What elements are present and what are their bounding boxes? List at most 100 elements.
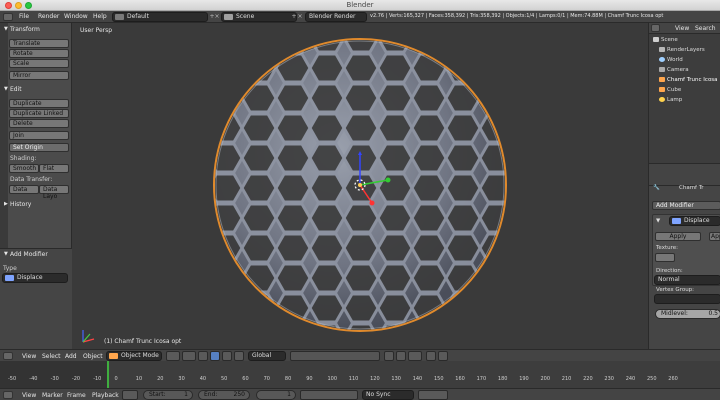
- timeline-menu-frame[interactable]: Frame: [67, 392, 86, 399]
- midlevel-value: 0.5: [708, 310, 718, 317]
- properties-tabs[interactable]: [649, 164, 720, 186]
- vertex-group-label: Vertex Group:: [656, 287, 695, 293]
- editor-type-icon[interactable]: [3, 13, 13, 21]
- playback-controls[interactable]: [300, 390, 358, 400]
- screen-remove-icon[interactable]: ×: [213, 12, 221, 22]
- menu-view[interactable]: View: [22, 353, 36, 360]
- translate-button[interactable]: Translate: [9, 39, 69, 48]
- set-origin-dropdown[interactable]: Set Origin: [9, 143, 69, 152]
- apply-as-shape-button[interactable]: App: [709, 232, 720, 241]
- timeline-tick-label: 70: [263, 376, 270, 382]
- sync-mode-dropdown[interactable]: No Sync: [362, 390, 414, 400]
- outliner-item-camera[interactable]: Camera: [659, 67, 689, 73]
- midlevel-field[interactable]: Midlevel: 0.5: [655, 309, 720, 319]
- current-frame-field[interactable]: 1: [256, 390, 296, 400]
- transform-panel-header[interactable]: ▼ Transform: [1, 25, 71, 34]
- proportional-edit-icon[interactable]: [384, 351, 394, 361]
- timeline-tick-label: 250: [647, 376, 657, 382]
- snap-magnet-icon[interactable]: [396, 351, 406, 361]
- pivot-point-button[interactable]: [182, 351, 196, 361]
- scale-button[interactable]: Scale: [9, 59, 69, 68]
- modifier-icon: [672, 218, 681, 224]
- viewport-shading-button[interactable]: [166, 351, 180, 361]
- outliner-item-cube[interactable]: Cube: [659, 87, 681, 93]
- timeline-tick-label: 160: [455, 376, 465, 382]
- timeline-menu-playback[interactable]: Playback: [92, 392, 119, 399]
- start-frame-field[interactable]: Start: 1: [143, 390, 193, 400]
- data-layout-button[interactable]: Data Layo: [39, 185, 69, 200]
- record-keyframe-icon[interactable]: [122, 390, 138, 400]
- scene-value: Scene: [236, 13, 255, 20]
- add-modifier-dropdown[interactable]: Add Modifier: [652, 201, 720, 210]
- menu-file[interactable]: File: [19, 13, 29, 20]
- outliner-item-label: World: [667, 57, 683, 63]
- outliner-view-menu[interactable]: View: [675, 25, 689, 32]
- screen-layout-icon: [115, 14, 124, 20]
- shade-smooth-button[interactable]: Smooth: [9, 164, 39, 173]
- timeline-editor-icon[interactable]: [3, 391, 13, 399]
- timeline-menu-marker[interactable]: Marker: [42, 392, 63, 399]
- outliner-header: View Search: [649, 23, 720, 34]
- collapse-triangle-icon: ▼: [4, 26, 8, 32]
- keying-set-buttons[interactable]: [418, 390, 448, 400]
- menu-add[interactable]: Add: [65, 353, 77, 360]
- modifier-type-dropdown[interactable]: Displace: [2, 273, 68, 283]
- join-button[interactable]: Join: [9, 131, 69, 140]
- data-transfer-button[interactable]: Data: [9, 185, 39, 194]
- edit-panel-title: Edit: [10, 86, 22, 93]
- history-panel-header[interactable]: ▶ History: [1, 200, 71, 209]
- timeline[interactable]: -50 -40 -30 -20 -10 0 10 20 30 40 50 60 70 80 90 100 110…: [0, 361, 720, 388]
- layer-buttons[interactable]: [290, 351, 380, 361]
- modifier-collapse-icon[interactable]: ▼: [656, 218, 660, 224]
- start-frame-value: 1: [184, 391, 188, 398]
- screen-layout-selector[interactable]: Default: [112, 12, 208, 22]
- scene-icon: [653, 37, 659, 42]
- snap-element-dropdown[interactable]: [408, 351, 422, 361]
- menu-help[interactable]: Help: [93, 13, 107, 20]
- end-frame-field[interactable]: End: 250: [198, 390, 250, 400]
- manipulator-toggle-icon[interactable]: [198, 351, 208, 361]
- menu-select[interactable]: Select: [42, 353, 61, 360]
- scene-selector[interactable]: Scene: [221, 12, 297, 22]
- outliner-editor-icon[interactable]: [651, 24, 660, 32]
- timeline-menu-view[interactable]: View: [22, 392, 36, 399]
- transform-orientation-dropdown[interactable]: Global: [248, 351, 286, 361]
- delete-button[interactable]: Delete: [9, 119, 69, 128]
- 3d-viewport[interactable]: User Persp (1) Chamf Trunc Icosa opt: [72, 23, 648, 349]
- scene-remove-icon[interactable]: ×: [296, 12, 304, 22]
- duplicate-linked-button[interactable]: Duplicate Linked: [9, 109, 69, 118]
- direction-dropdown[interactable]: Normal: [654, 275, 720, 285]
- outliner-item-renderlayers[interactable]: RenderLayers: [659, 47, 705, 53]
- modifier-icon: [5, 275, 14, 281]
- duplicate-button[interactable]: Duplicate: [9, 99, 69, 108]
- opengl-animation-icon[interactable]: [438, 351, 448, 361]
- shade-flat-button[interactable]: Flat: [39, 164, 69, 173]
- menu-render[interactable]: Render: [38, 13, 59, 20]
- outliner-item-world[interactable]: World: [659, 57, 683, 63]
- outliner-item-lamp[interactable]: Lamp: [659, 97, 682, 103]
- interaction-mode-dropdown[interactable]: Object Mode: [106, 351, 162, 361]
- texture-browse-button[interactable]: [655, 253, 675, 262]
- current-frame-indicator[interactable]: [107, 361, 109, 388]
- mirror-button[interactable]: Mirror: [9, 71, 69, 80]
- scale-manipulator-icon[interactable]: [234, 351, 244, 361]
- render-engine-selector[interactable]: Blender Render: [305, 12, 367, 22]
- menu-object[interactable]: Object: [83, 353, 103, 360]
- edit-panel-header[interactable]: ▼ Edit: [1, 85, 71, 94]
- outliner-search-menu[interactable]: Search: [695, 25, 716, 32]
- add-modifier-panel-header[interactable]: ▼ Add Modifier: [1, 250, 71, 259]
- outliner-item-scene[interactable]: Scene: [653, 37, 678, 43]
- tool-shelf-tabs[interactable]: [0, 23, 8, 248]
- vertex-group-field[interactable]: [654, 294, 720, 304]
- menu-window[interactable]: Window: [64, 13, 88, 20]
- translate-manipulator-icon[interactable]: [210, 351, 220, 361]
- modifier-name-field[interactable]: Displace: [669, 216, 720, 226]
- 3d-view-editor-icon[interactable]: [3, 352, 13, 360]
- apply-button[interactable]: Apply: [655, 232, 701, 241]
- rotate-button[interactable]: Rotate: [9, 49, 69, 58]
- opengl-render-icon[interactable]: [426, 351, 436, 361]
- timeline-tick-label: -10: [93, 376, 102, 382]
- outliner-item-label: Camera: [667, 67, 689, 73]
- rotate-manipulator-icon[interactable]: [222, 351, 232, 361]
- outliner-item-chamf-trunc-icosa[interactable]: Chamf Trunc Icosa: [659, 77, 718, 83]
